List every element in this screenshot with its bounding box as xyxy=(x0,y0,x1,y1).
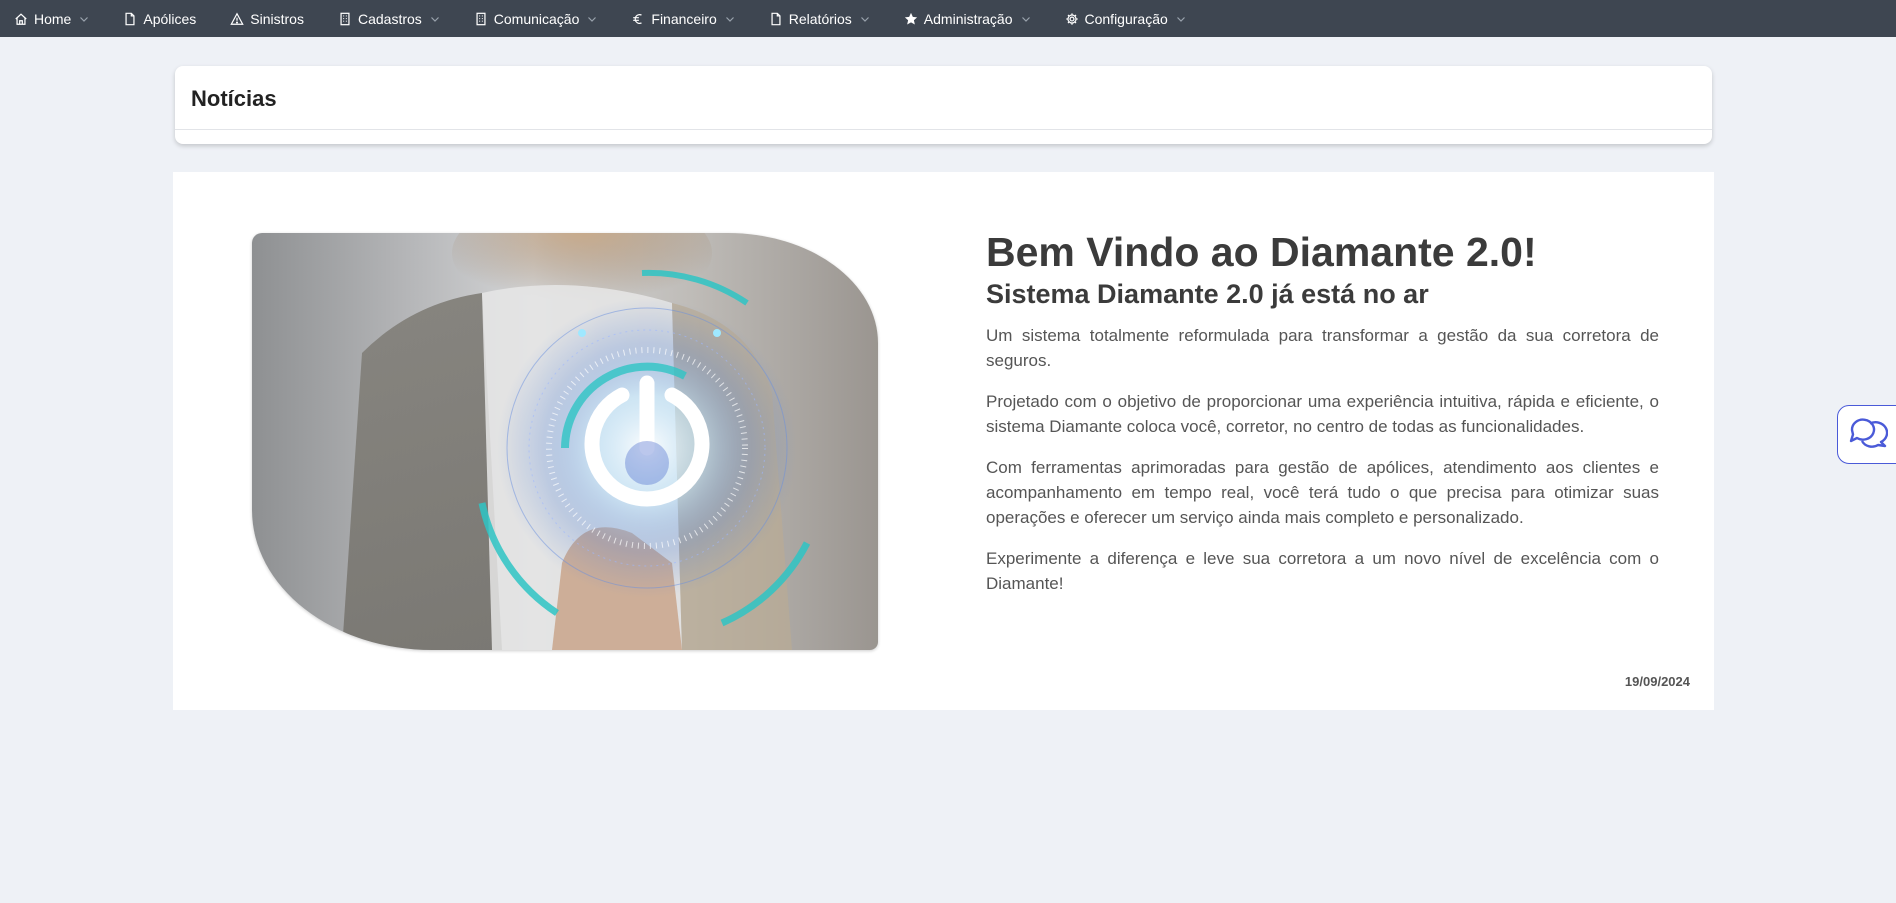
nav-financeiro[interactable]: Financeiro xyxy=(631,0,734,37)
news-header-card: Notícias xyxy=(175,66,1712,144)
nav-administracao-label: Administração xyxy=(923,10,1013,27)
chat-bubbles-icon xyxy=(1848,413,1889,456)
chat-widget-button[interactable] xyxy=(1837,405,1896,464)
gear-icon xyxy=(1065,12,1079,26)
nav-comunicacao-label: Comunicação xyxy=(493,10,580,27)
nav-home[interactable]: Home xyxy=(14,0,89,37)
chevron-down-icon xyxy=(1021,14,1031,24)
article-date: 19/09/2024 xyxy=(1624,674,1690,689)
article-subheadline: Sistema Diamante 2.0 já está no ar xyxy=(986,279,1429,309)
nav-configuracao[interactable]: Configuração xyxy=(1065,0,1186,37)
article-paragraph: Com ferramentas aprimoradas para gestão … xyxy=(986,458,1659,527)
home-icon xyxy=(14,12,28,26)
top-navbar: Home Apólices Sinistros Cadastros Comuni… xyxy=(0,0,1896,37)
chevron-down-icon xyxy=(1176,14,1186,24)
article: Bem Vindo ao Diamante 2.0! Sistema Diama… xyxy=(986,228,1659,596)
power-button-hero-image xyxy=(252,233,878,650)
nav-configuracao-label: Configuração xyxy=(1084,10,1168,27)
euro-icon xyxy=(631,12,645,26)
nav-apolices[interactable]: Apólices xyxy=(123,0,196,37)
chevron-down-icon xyxy=(430,14,440,24)
nav-sinistros-label: Sinistros xyxy=(250,10,304,27)
article-headline: Bem Vindo ao Diamante 2.0! xyxy=(986,229,1537,275)
nav-home-label: Home xyxy=(34,10,72,27)
nav-administracao[interactable]: Administração xyxy=(904,0,1031,37)
building-icon xyxy=(474,12,488,26)
nav-relatorios-label: Relatórios xyxy=(788,10,852,27)
page-title: Notícias xyxy=(191,86,277,111)
chevron-down-icon xyxy=(79,14,89,24)
article-paragraph: Experimente a diferença e leve sua corre… xyxy=(986,549,1659,593)
chevron-down-icon xyxy=(725,14,735,24)
chevron-down-icon xyxy=(587,14,597,24)
warning-icon xyxy=(230,11,244,26)
nav-relatorios[interactable]: Relatórios xyxy=(769,0,870,37)
document-icon xyxy=(769,12,783,26)
star-icon xyxy=(904,12,918,26)
nav-financeiro-label: Financeiro xyxy=(651,10,717,27)
article-paragraph: Projetado com o objetivo de proporcionar… xyxy=(986,392,1659,436)
nav-sinistros[interactable]: Sinistros xyxy=(230,0,304,37)
chevron-down-icon xyxy=(860,14,870,24)
building-icon xyxy=(338,12,352,26)
nav-cadastros[interactable]: Cadastros xyxy=(338,0,440,37)
document-icon xyxy=(123,12,137,26)
article-paragraph: Um sistema totalmente reformulada para t… xyxy=(986,326,1659,370)
nav-comunicacao[interactable]: Comunicação xyxy=(474,0,598,37)
nav-apolices-label: Apólices xyxy=(143,10,197,27)
divider xyxy=(175,129,1712,130)
nav-cadastros-label: Cadastros xyxy=(357,10,422,27)
news-article-panel: Bem Vindo ao Diamante 2.0! Sistema Diama… xyxy=(173,172,1714,710)
